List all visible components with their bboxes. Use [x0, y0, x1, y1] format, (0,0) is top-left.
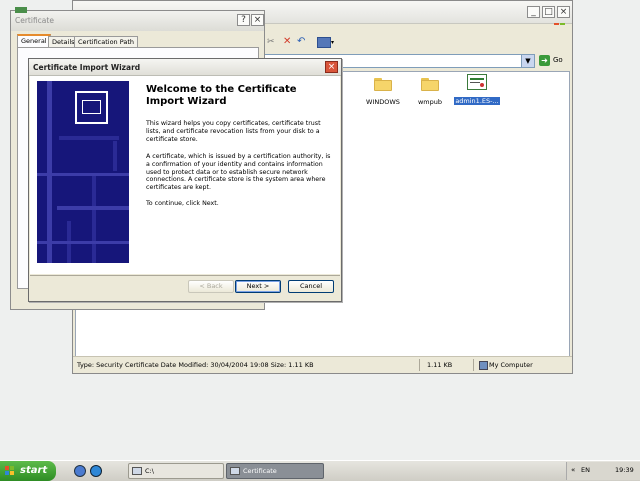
windows-flag-icon — [5, 466, 15, 476]
certificate-icon — [15, 7, 27, 13]
certificate-badge-icon — [75, 91, 108, 124]
wizard-description-text: A certificate, which is issued by a cert… — [146, 153, 331, 192]
next-button[interactable]: Next > — [235, 280, 281, 293]
my-computer-icon — [479, 361, 488, 370]
start-label: start — [20, 465, 48, 476]
wizard-banner-art — [37, 81, 129, 263]
tray-arrow-icon[interactable]: « — [571, 466, 575, 474]
wizard-instruction-text: To continue, click Next. — [146, 200, 219, 207]
wizard-body: Welcome to the Certificate Import Wizard… — [30, 76, 340, 274]
clock[interactable]: 19:39 — [615, 466, 634, 474]
drive-icon — [132, 467, 142, 475]
wizard-heading: Welcome to the Certificate Import Wizard — [146, 84, 297, 107]
move-to-icon[interactable]: ✂ — [267, 37, 275, 47]
file-label: admin1.ES-... — [454, 97, 500, 105]
tab-general[interactable]: General — [17, 34, 51, 48]
close-button[interactable]: × — [557, 6, 570, 18]
show-desktop-icon[interactable] — [74, 465, 86, 477]
certificate-dialog-title-bar[interactable]: Certificate ? × — [11, 7, 264, 31]
start-button[interactable]: start — [0, 461, 56, 481]
system-tray: « EN 19:39 — [566, 462, 640, 480]
folder-icon — [374, 76, 392, 91]
task-explorer[interactable]: C:\ — [128, 463, 224, 479]
wizard-title: Certificate Import Wizard — [33, 63, 141, 72]
maximize-button[interactable]: □ — [542, 6, 555, 18]
views-icon[interactable] — [317, 37, 331, 48]
certificate-import-wizard: Certificate Import Wizard × Welcome to t… — [28, 58, 342, 302]
task-label: C:\ — [145, 467, 154, 475]
file-item-certificate[interactable]: admin1.ES-... — [447, 74, 507, 105]
language-indicator[interactable]: EN — [581, 466, 590, 474]
status-bar: Type: Security Certificate Date Modified… — [73, 356, 572, 373]
certificate-close-button[interactable]: × — [251, 14, 264, 26]
window-icon — [230, 467, 240, 475]
folder-icon — [421, 76, 439, 91]
help-button[interactable]: ? — [237, 14, 250, 26]
wizard-close-button[interactable]: × — [325, 61, 338, 73]
address-dropdown-icon[interactable]: ▼ — [521, 55, 534, 67]
task-label: Certificate — [243, 467, 277, 475]
wizard-separator — [30, 275, 340, 276]
back-button[interactable]: < Back — [188, 280, 234, 293]
go-label: Go — [553, 56, 563, 64]
wizard-intro-text: This wizard helps you copy certificates,… — [146, 120, 321, 143]
wizard-title-bar[interactable]: Certificate Import Wizard × — [29, 59, 341, 76]
status-size: 1.11 KB — [427, 361, 453, 369]
go-arrow-icon: ➜ — [539, 55, 550, 66]
undo-icon[interactable]: ↶ — [297, 36, 305, 47]
minimize-button[interactable]: _ — [527, 6, 540, 18]
cancel-button[interactable]: Cancel — [288, 280, 334, 293]
internet-explorer-icon[interactable] — [90, 465, 102, 477]
status-details: Type: Security Certificate Date Modified… — [77, 361, 314, 369]
taskbar: start C:\ Certificate « EN 19:39 — [0, 460, 640, 481]
certificate-dialog-title: Certificate — [15, 16, 54, 25]
delete-icon[interactable]: ✕ — [283, 36, 291, 47]
status-location: My Computer — [489, 361, 533, 369]
views-dropdown-icon[interactable]: ▾ — [331, 39, 334, 46]
go-button[interactable]: ➜ Go — [539, 54, 569, 68]
certificate-file-icon — [467, 74, 487, 90]
task-certificate[interactable]: Certificate — [226, 463, 324, 479]
